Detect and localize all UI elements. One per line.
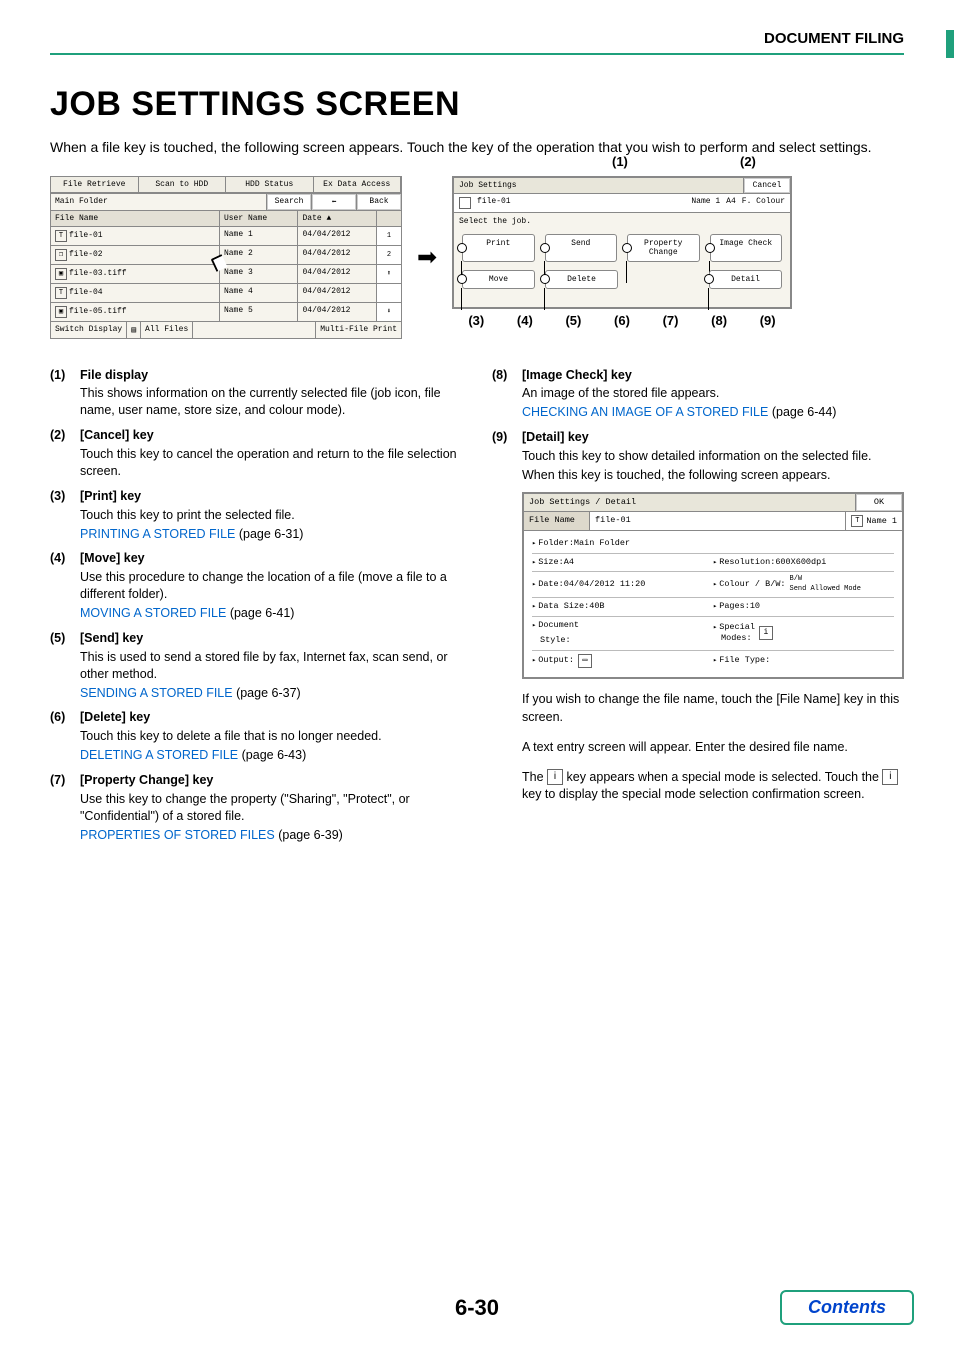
job-settings-title: Job Settings: [454, 178, 743, 193]
page-1-indicator: 1: [381, 232, 397, 240]
link-checking-image[interactable]: CHECKING AN IMAGE OF A STORED FILE: [522, 405, 768, 419]
tab-file-retrieve[interactable]: File Retrieve: [51, 177, 139, 192]
post-detail-p1: If you wish to change the file name, tou…: [522, 691, 904, 726]
sort-asc-icon: ▲: [326, 214, 331, 223]
file-display: file-01 Name 1 A4 F. Colour: [454, 194, 790, 213]
arrow-right-icon: ➡: [412, 243, 442, 272]
post-detail-p2: A text entry screen will appear. Enter t…: [522, 739, 904, 757]
file-name-button[interactable]: File Name: [524, 512, 590, 530]
file-icon: ❐: [55, 249, 67, 261]
file-icon: T: [55, 287, 67, 299]
search-button[interactable]: Search: [266, 194, 311, 210]
info-icon: i: [547, 769, 563, 785]
detail-title: Job Settings / Detail: [524, 494, 855, 511]
file-name-value: file-01: [590, 512, 845, 530]
detail-button[interactable]: Detail: [709, 270, 782, 289]
tab-hdd-status[interactable]: HDD Status: [226, 177, 314, 192]
col-hdr-date[interactable]: Date ▲: [298, 211, 376, 226]
file-icon: ▣: [55, 268, 67, 280]
callout-9: (9): [760, 313, 776, 328]
explain-left-column: (1)File display This shows information o…: [50, 359, 462, 846]
switch-display-button[interactable]: Switch Display: [51, 322, 127, 338]
info-icon[interactable]: i: [759, 626, 773, 640]
table-row[interactable]: Tfile-04 Name 4 04/04/2012: [51, 283, 401, 302]
file-icon: ▣: [55, 306, 67, 318]
intro-text: When a file key is touched, the followin…: [50, 138, 904, 158]
contents-button[interactable]: Contents: [780, 1290, 914, 1325]
page-2-indicator: 2: [381, 251, 397, 259]
tab-ex-data-access[interactable]: Ex Data Access: [314, 177, 402, 192]
user-icon: T: [851, 515, 863, 527]
callout-4: (4): [517, 313, 533, 328]
info-icon: i: [882, 769, 898, 785]
view-mode-icon[interactable]: ▤: [127, 322, 141, 338]
callout-7: (7): [663, 313, 679, 328]
tab-scan-to-hdd[interactable]: Scan to HDD: [139, 177, 227, 192]
callout-8: (8): [711, 313, 727, 328]
property-change-button[interactable]: Property Change: [627, 234, 700, 262]
print-button[interactable]: Print: [462, 234, 535, 262]
main-folder-label: Main Folder: [51, 194, 266, 210]
spacer: [628, 270, 699, 289]
callout-5: (5): [565, 313, 581, 328]
link-moving[interactable]: MOVING A STORED FILE: [80, 606, 226, 620]
link-deleting[interactable]: DELETING A STORED FILE: [80, 748, 238, 762]
file-list-panel: File Retrieve Scan to HDD HDD Status Ex …: [50, 176, 402, 339]
explain-right-column: (8)[Image Check] key An image of the sto…: [492, 359, 904, 846]
table-row[interactable]: Tfile-01 Name 1 04/04/2012 1: [51, 226, 401, 245]
all-files-button[interactable]: All Files: [141, 322, 193, 338]
job-settings-panel: Job Settings Cancel file-01 Name 1 A4 F.…: [452, 176, 792, 309]
post-detail-p3: The i key appears when a special mode is…: [522, 769, 904, 804]
scroll-up-icon[interactable]: ⬆: [381, 269, 397, 278]
back-button[interactable]: Back: [356, 194, 401, 210]
image-check-button[interactable]: Image Check: [710, 234, 783, 262]
breadcrumb: DOCUMENT FILING: [50, 30, 904, 55]
delete-button[interactable]: Delete: [545, 270, 618, 289]
link-sending[interactable]: SENDING A STORED FILE: [80, 686, 233, 700]
scroll-down-icon[interactable]: ⬇: [381, 307, 397, 316]
link-properties[interactable]: PROPERTIES OF STORED FILES: [80, 828, 275, 842]
file-icon: [459, 197, 471, 209]
ok-button[interactable]: OK: [855, 494, 902, 511]
user-name-display: TName 1: [845, 512, 902, 530]
cancel-button[interactable]: Cancel: [743, 178, 790, 193]
output-icon: ▭: [578, 654, 592, 668]
multi-file-print-button[interactable]: Multi-File Print: [315, 322, 401, 338]
link-printing[interactable]: PRINTING A STORED FILE: [80, 527, 235, 541]
select-prompt: Select the job.: [454, 213, 790, 228]
table-row[interactable]: ▣file-05.tiff Name 5 04/04/2012 ⬇: [51, 302, 401, 321]
move-button[interactable]: Move: [462, 270, 535, 289]
file-icon: T: [55, 230, 67, 242]
send-button[interactable]: Send: [545, 234, 618, 262]
col-hdr-user[interactable]: User Name: [220, 211, 299, 226]
page-title: JOB SETTINGS SCREEN: [50, 85, 904, 124]
callout-2: (2): [740, 154, 756, 169]
callout-3: (3): [468, 313, 484, 328]
detail-panel: Job Settings / Detail OK File Name file-…: [522, 492, 904, 679]
back-arrow-icon[interactable]: ⬅: [311, 194, 356, 210]
table-row[interactable]: ❐file-02 Name 2 04/04/2012 2: [51, 245, 401, 264]
callout-1: (1): [612, 154, 628, 169]
col-hdr-file[interactable]: File Name: [51, 211, 220, 226]
callout-6: (6): [614, 313, 630, 328]
